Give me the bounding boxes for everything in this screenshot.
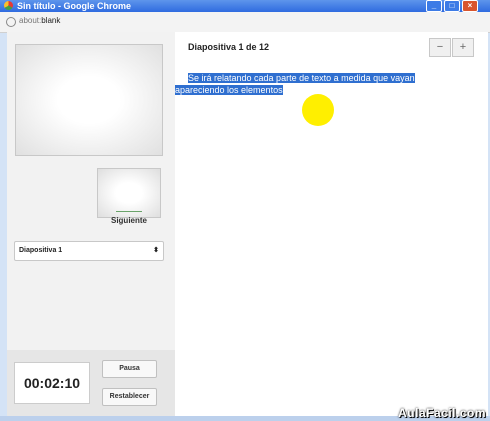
notes-panel: Diapositiva 1 de 12 − + Se irá relatando… <box>175 32 488 416</box>
address-scheme: about: <box>19 16 42 25</box>
address-bar[interactable]: about:blank <box>0 12 490 33</box>
elapsed-timer: 00:02:10 <box>14 362 90 404</box>
current-slide-preview <box>15 44 163 156</box>
notes-line-2: apareciendo los elementos <box>175 85 283 95</box>
speaker-notes[interactable]: Se irá relatando cada parte de texto a m… <box>175 72 486 96</box>
notes-line-1: Se irá relatando cada parte de texto a m… <box>188 73 415 83</box>
watermark-logo: AulaFacil.com <box>398 406 486 420</box>
reset-button[interactable]: Restablecer <box>102 388 157 406</box>
address-text[interactable]: about:blank <box>19 16 60 25</box>
pause-button[interactable]: Pausa <box>102 360 157 378</box>
window-title: Sin título - Google Chrome <box>17 1 131 11</box>
slide-counter: Diapositiva 1 de 12 <box>188 42 270 52</box>
minimize-button[interactable]: _ <box>426 0 442 12</box>
next-slide-preview[interactable] <box>97 168 161 218</box>
title-bar: Sin título - Google Chrome _ □ × <box>0 0 490 12</box>
page-icon <box>6 17 16 27</box>
slide-select-value: Diapositiva 1 <box>19 247 63 254</box>
presenter-sidebar: Siguiente Diapositiva 1 ⬍ 00:02:10 Pausa… <box>7 32 175 416</box>
close-button[interactable]: × <box>462 0 478 12</box>
select-arrows-icon: ⬍ <box>153 247 159 254</box>
maximize-button[interactable]: □ <box>444 0 460 12</box>
chrome-icon <box>4 1 13 10</box>
zoom-in-button[interactable]: + <box>452 38 474 57</box>
zoom-out-button[interactable]: − <box>429 38 451 57</box>
timer-panel: 00:02:10 Pausa Restablecer <box>7 350 175 416</box>
address-rest: blank <box>41 16 61 25</box>
next-slide-label: Siguiente <box>110 216 147 225</box>
slide-select[interactable]: Diapositiva 1 ⬍ <box>14 241 164 261</box>
next-slide-thumbnail-text <box>116 211 142 212</box>
cursor-highlight <box>302 94 334 126</box>
